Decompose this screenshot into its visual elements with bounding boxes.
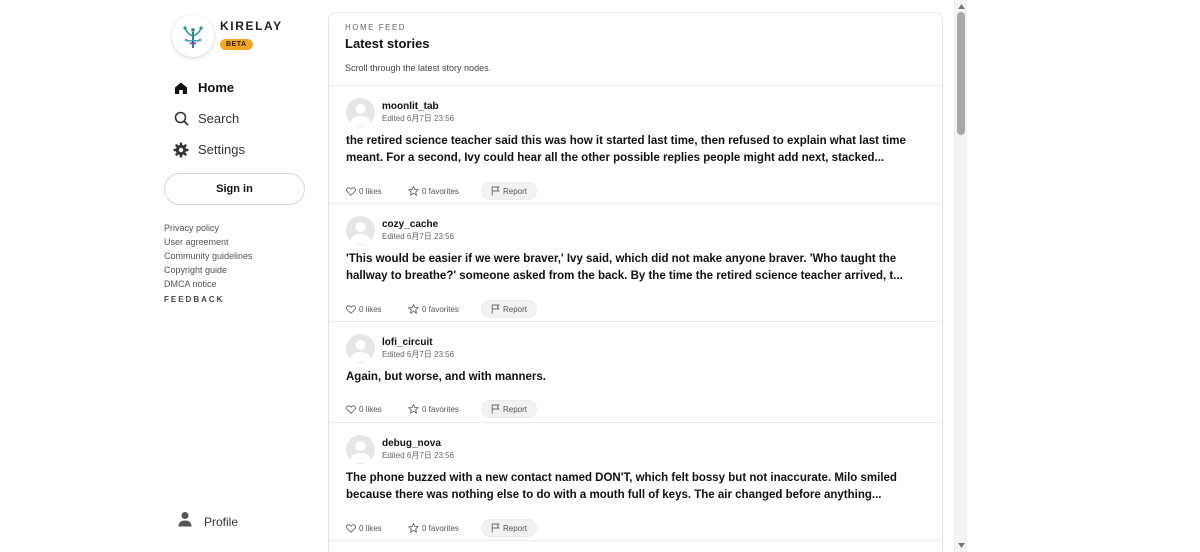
- report-button[interactable]: Report: [481, 182, 538, 200]
- nav-item-home[interactable]: Home: [172, 72, 312, 103]
- report-button[interactable]: Report: [481, 300, 538, 318]
- main-nav: Home Search Settings: [172, 72, 312, 165]
- report-button[interactable]: Report: [481, 400, 538, 418]
- post-body[interactable]: 'This would be easier if we were braver,…: [346, 251, 931, 285]
- dmca-notice-link[interactable]: DMCA notice: [164, 277, 253, 291]
- flag-icon: [491, 523, 500, 533]
- home-feed: HOME FEED Latest stories Scroll through …: [328, 12, 943, 552]
- scrollbar-thumb[interactable]: [957, 12, 965, 135]
- footer-links: Privacy policy User agreement Community …: [164, 221, 253, 304]
- beta-badge: BETA: [220, 39, 253, 50]
- report-label: Report: [503, 186, 528, 196]
- profile-label: Profile: [204, 514, 239, 529]
- report-button[interactable]: Report: [481, 519, 538, 537]
- page-title: Latest stories: [345, 36, 430, 51]
- post-username[interactable]: cozy_cache: [382, 219, 454, 230]
- like-button[interactable]: 0 likes: [346, 305, 408, 314]
- favorite-button[interactable]: 0 favorites: [408, 404, 481, 414]
- favorite-count: 0 favorites: [422, 304, 459, 314]
- report-label: Report: [503, 304, 528, 314]
- post-card[interactable]: moonlit_tab Edited 6月7日 23:56 the retire…: [329, 86, 942, 204]
- avatar[interactable]: [346, 216, 375, 245]
- community-guidelines-link[interactable]: Community guidelines: [164, 249, 253, 263]
- like-count: 0 likes: [359, 404, 382, 414]
- post-card[interactable]: lofi_circuit Edited 6月7日 23:56 Again, bu…: [329, 322, 942, 423]
- like-button[interactable]: 0 likes: [346, 187, 408, 196]
- brand-name: KIRELAY: [220, 19, 283, 33]
- flag-icon: [491, 404, 500, 414]
- avatar[interactable]: [346, 435, 375, 464]
- post-timestamp: Edited 6月7日 23:56: [382, 232, 455, 241]
- heart-icon: [346, 404, 356, 414]
- sidebar: KIRELAY BETA Home Search Settings Sign i…: [150, 0, 318, 552]
- brand[interactable]: KIRELAY BETA: [172, 15, 283, 57]
- search-icon: [172, 110, 190, 128]
- feed-overline: HOME FEED: [345, 23, 407, 32]
- scrollbar[interactable]: [954, 0, 967, 552]
- heart-icon: [346, 186, 356, 196]
- privacy-policy-link[interactable]: Privacy policy: [164, 221, 253, 235]
- favorite-button[interactable]: 0 favorites: [408, 186, 481, 196]
- nav-item-settings[interactable]: Settings: [172, 134, 312, 165]
- post-timestamp: Edited 6月7日 23:56: [382, 451, 455, 460]
- like-count: 0 likes: [359, 186, 382, 196]
- scroll-down-arrow-icon[interactable]: [957, 541, 966, 550]
- avatar[interactable]: [346, 334, 375, 363]
- like-button[interactable]: 0 likes: [346, 524, 408, 533]
- nav-label-settings: Settings: [198, 142, 245, 157]
- favorite-count: 0 favorites: [422, 404, 459, 414]
- star-icon: [408, 304, 419, 314]
- nav-item-search[interactable]: Search: [172, 103, 312, 134]
- feedback-link[interactable]: FEEDBACK: [164, 295, 253, 304]
- avatar[interactable]: [346, 98, 375, 127]
- post-body[interactable]: The phone buzzed with a new contact name…: [346, 470, 931, 504]
- post-body[interactable]: the retired science teacher said this wa…: [346, 133, 931, 167]
- like-button[interactable]: 0 likes: [346, 405, 408, 414]
- report-label: Report: [503, 404, 528, 414]
- feed-subtitle: Scroll through the latest story nodes.: [345, 63, 492, 73]
- post-username[interactable]: moonlit_tab: [382, 101, 454, 112]
- user-icon: [178, 511, 192, 532]
- profile-button[interactable]: Profile: [178, 511, 238, 532]
- feed-header: HOME FEED Latest stories Scroll through …: [329, 13, 942, 86]
- favorite-count: 0 favorites: [422, 186, 459, 196]
- post-card[interactable]: debug_nova Edited 6月7日 23:56 The phone b…: [329, 423, 942, 541]
- scroll-up-arrow-icon[interactable]: [957, 2, 966, 11]
- post-timestamp: Edited 6月7日 23:56: [382, 114, 455, 123]
- favorite-count: 0 favorites: [422, 523, 459, 533]
- like-count: 0 likes: [359, 523, 382, 533]
- user-agreement-link[interactable]: User agreement: [164, 235, 253, 249]
- home-icon: [172, 79, 190, 97]
- nav-label-search: Search: [198, 111, 240, 126]
- logo-icon: [172, 15, 214, 57]
- nav-label-home: Home: [198, 80, 235, 95]
- star-icon: [408, 523, 419, 533]
- copyright-guide-link[interactable]: Copyright guide: [164, 263, 253, 277]
- star-icon: [408, 186, 419, 196]
- post-username[interactable]: debug_nova: [382, 438, 454, 449]
- sign-in-button[interactable]: Sign in: [164, 173, 305, 205]
- star-icon: [408, 404, 419, 414]
- heart-icon: [346, 523, 356, 533]
- post-body[interactable]: Again, but worse, and with manners.: [346, 369, 931, 386]
- flag-icon: [491, 304, 500, 314]
- favorite-button[interactable]: 0 favorites: [408, 523, 481, 533]
- post-username[interactable]: lofi_circuit: [382, 337, 454, 348]
- flag-icon: [491, 186, 500, 196]
- like-count: 0 likes: [359, 304, 382, 314]
- post-card[interactable]: cozy_cache Edited 6月7日 23:56 'This would…: [329, 204, 942, 322]
- heart-icon: [346, 304, 356, 314]
- report-label: Report: [503, 523, 528, 533]
- post-timestamp: Edited 6月7日 23:56: [382, 350, 455, 359]
- favorite-button[interactable]: 0 favorites: [408, 304, 481, 314]
- gear-icon: [172, 141, 190, 159]
